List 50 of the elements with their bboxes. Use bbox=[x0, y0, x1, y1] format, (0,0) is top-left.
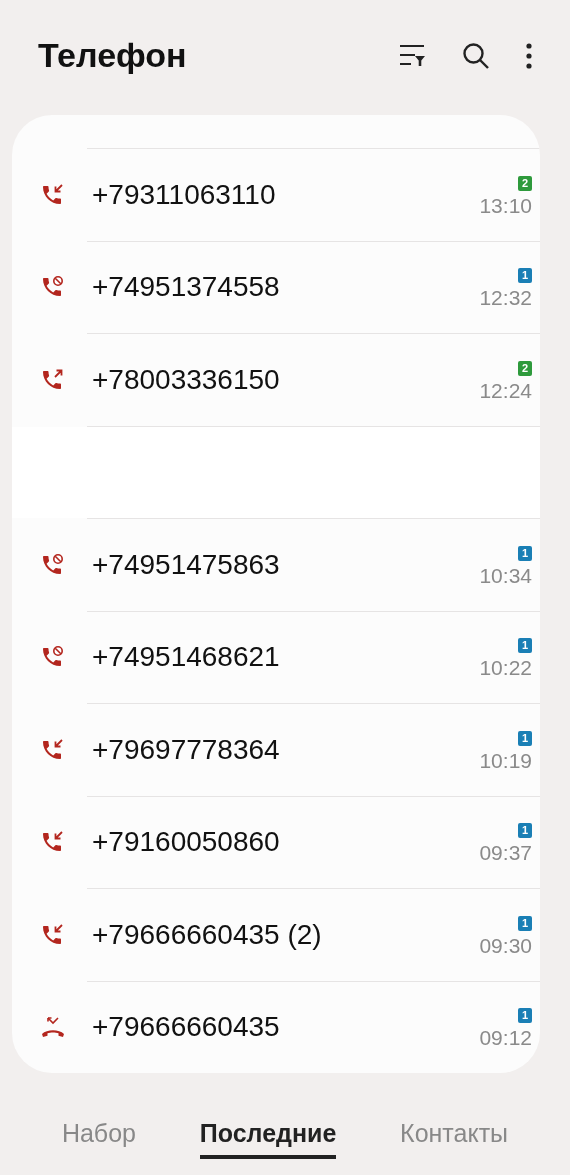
call-time: 10:34 bbox=[479, 564, 532, 586]
phone-number: +78003336150 bbox=[92, 362, 281, 397]
search-icon[interactable] bbox=[462, 41, 490, 70]
phone-number: +79311063110 bbox=[92, 177, 277, 212]
phone-number: +79666660435 (2) bbox=[92, 917, 323, 952]
call-row[interactable]: +79160050860 1 09:37 bbox=[12, 796, 540, 888]
sim-badge: 1 bbox=[517, 1008, 532, 1023]
filter-icon[interactable] bbox=[398, 42, 426, 69]
phone-number: +74951468621 bbox=[92, 640, 281, 674]
incoming-call-icon bbox=[40, 830, 64, 854]
call-row[interactable]: +74951374558 1 12:32 bbox=[12, 241, 540, 333]
call-row[interactable]: +74951468621 1 10:22 bbox=[12, 611, 540, 703]
call-time: 13:10 bbox=[479, 194, 532, 216]
call-row[interactable]: +78003336150 2 12:24 bbox=[12, 334, 540, 425]
call-row[interactable]: +74951475863 1 10:34 bbox=[12, 519, 540, 610]
incoming-call-icon bbox=[40, 182, 64, 207]
sim-badge: 1 bbox=[517, 915, 532, 931]
call-time: 09:12 bbox=[479, 1027, 532, 1048]
call-row[interactable]: +79666660435 (2) 1 09:30 bbox=[12, 889, 540, 980]
call-row[interactable]: +79697778364 1 10:19 bbox=[12, 704, 540, 795]
blocked-call-icon bbox=[40, 275, 64, 299]
sim-badge: 2 bbox=[517, 360, 532, 376]
call-row[interactable]: +79311063110 2 13:10 bbox=[12, 149, 540, 240]
sim-badge: 1 bbox=[517, 823, 532, 838]
phone-number: +79160050860 bbox=[92, 825, 281, 859]
sim-badge: 2 bbox=[517, 175, 532, 191]
nav-tab[interactable]: Последние bbox=[199, 1115, 337, 1159]
call-time: 12:24 bbox=[479, 379, 532, 401]
sim-badge: 1 bbox=[517, 638, 532, 653]
sim-badge: 1 bbox=[517, 545, 532, 561]
call-time: 09:30 bbox=[479, 934, 532, 956]
phone-number: +74951475863 bbox=[92, 547, 281, 582]
call-time: 09:37 bbox=[479, 842, 532, 863]
sim-badge: 1 bbox=[517, 730, 532, 746]
phone-number: +74951374558 bbox=[92, 270, 281, 304]
sim-badge: 1 bbox=[517, 268, 532, 283]
incoming-call-icon bbox=[40, 922, 64, 947]
app-title: Телефон bbox=[38, 35, 188, 76]
call-time: 10:22 bbox=[479, 657, 532, 678]
incoming-call-icon bbox=[40, 737, 64, 762]
blocked-call-icon bbox=[40, 552, 64, 577]
hang-up-icon bbox=[40, 1015, 66, 1039]
call-time: 12:32 bbox=[479, 287, 532, 308]
call-row[interactable]: +79666660435 1 09:12 bbox=[12, 981, 540, 1073]
phone-number: +79666660435 bbox=[92, 1010, 281, 1044]
phone-number: +79697778364 bbox=[92, 732, 281, 767]
call-time: 10:19 bbox=[479, 749, 532, 771]
outgoing-call-icon bbox=[40, 367, 64, 392]
blocked-call-icon bbox=[40, 645, 64, 669]
more-options-icon[interactable] bbox=[526, 42, 532, 69]
